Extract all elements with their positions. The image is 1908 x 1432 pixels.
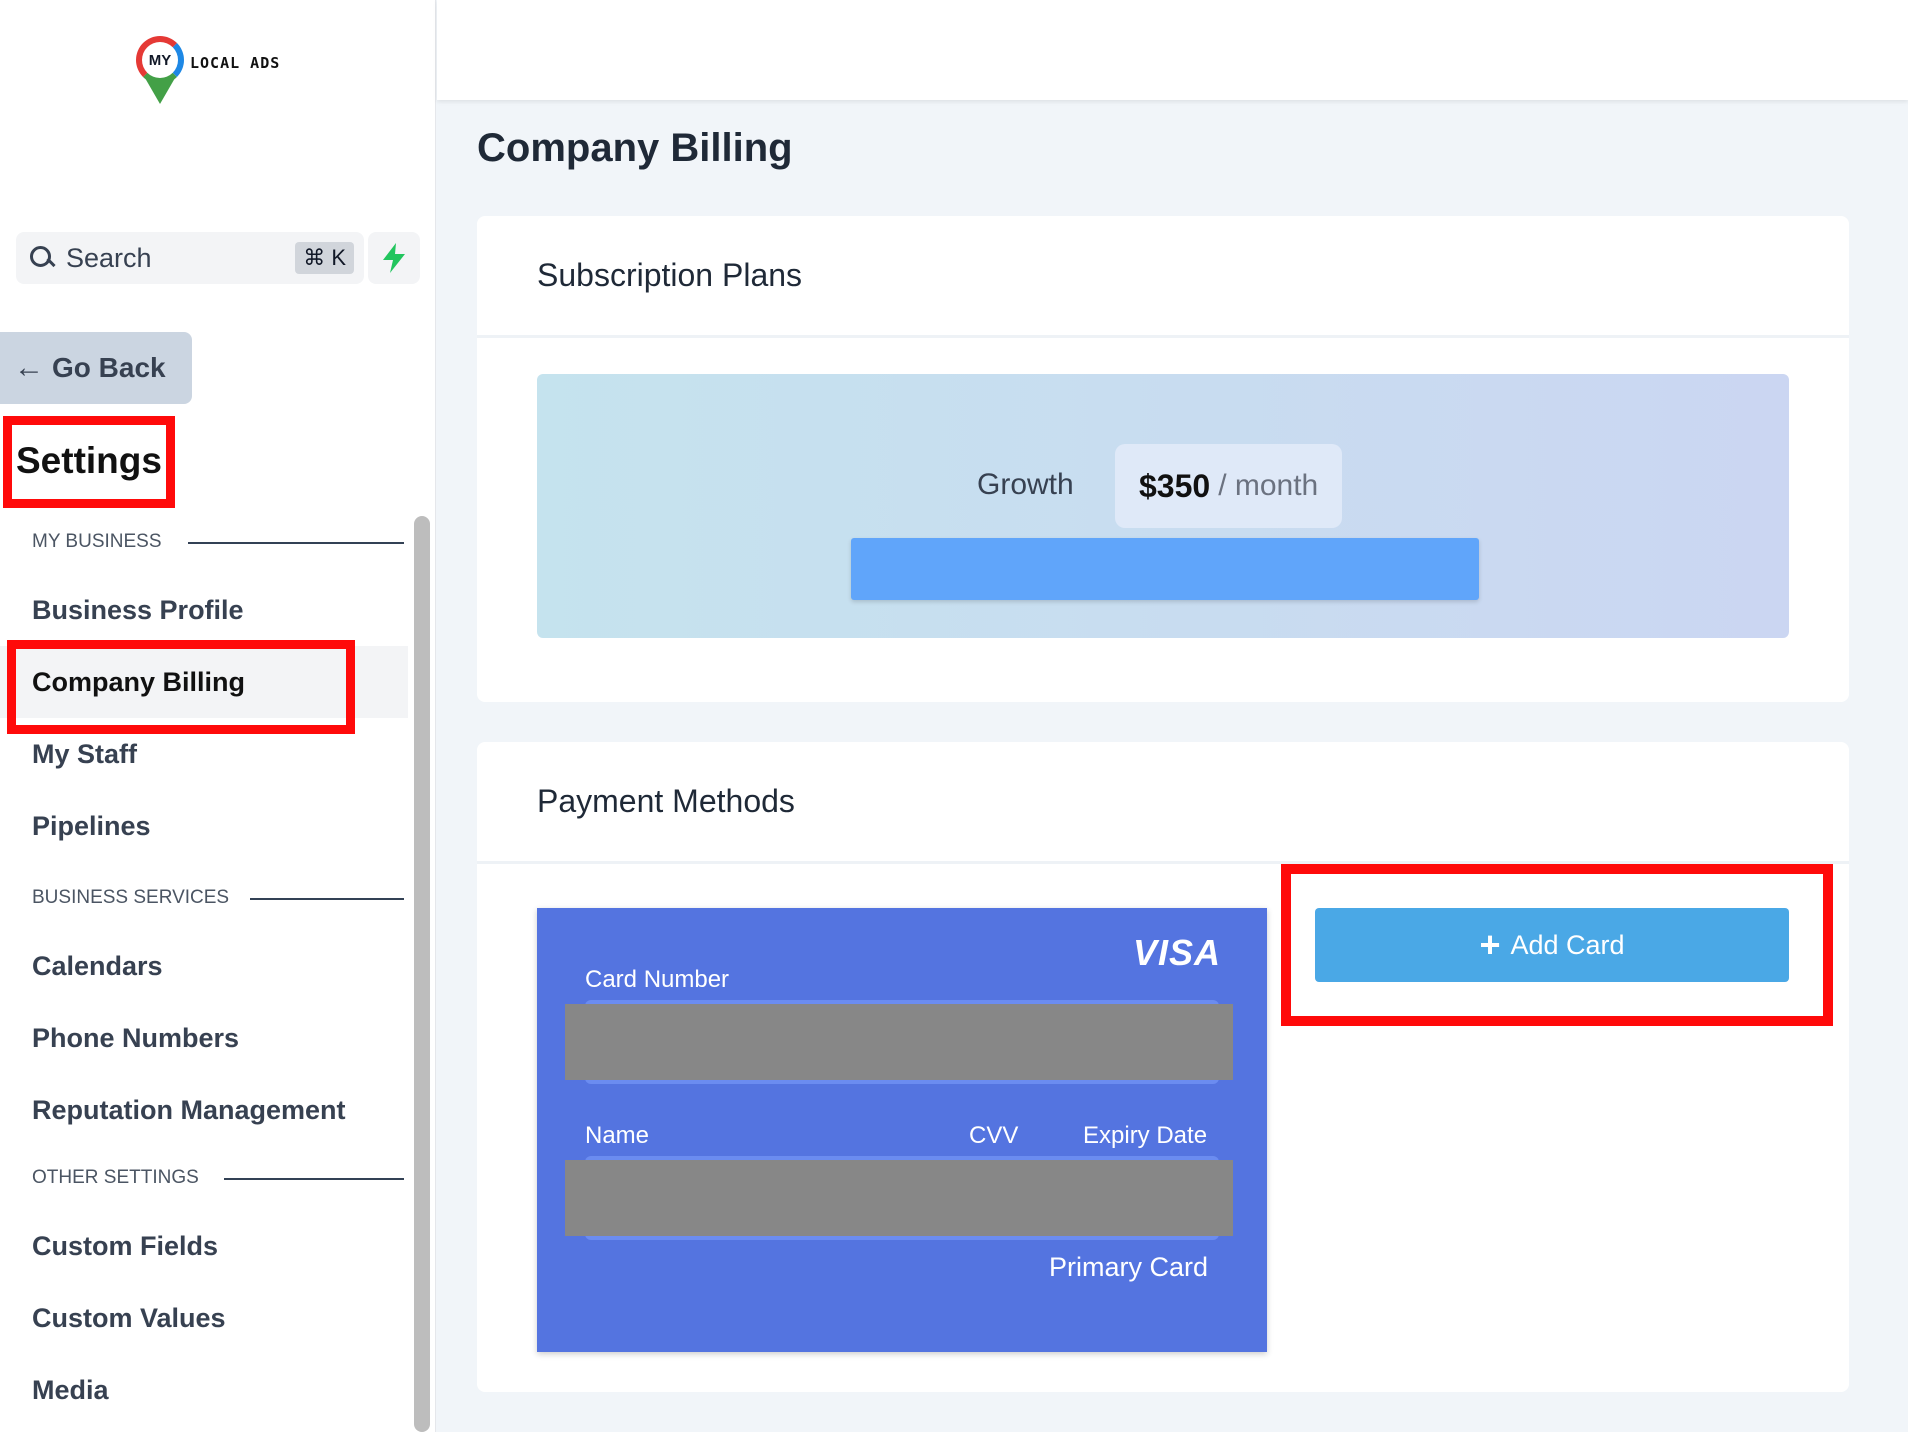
highlight-box-add-card [1281, 864, 1833, 1026]
plan-price-amount: $350 [1139, 467, 1211, 504]
sidebar-scrollbar[interactable] [414, 516, 430, 1432]
subscription-plans-header: Subscription Plans [477, 216, 1849, 338]
section-my-business: MY BUSINESS [0, 510, 408, 574]
highlight-box-settings [3, 416, 175, 508]
search-shortcut: ⌘ K [295, 242, 354, 274]
sidebar-item-pipelines[interactable]: Pipelines [0, 790, 408, 862]
brand-logo[interactable]: MY LOCAL ADS [136, 32, 280, 108]
primary-card-label: Primary Card [1049, 1252, 1209, 1282]
plan-action-button[interactable] [851, 538, 1479, 600]
logo-text: LOCAL ADS [190, 54, 281, 72]
section-divider [250, 898, 404, 900]
top-bar [437, 0, 1908, 100]
payment-methods-header: Payment Methods [477, 742, 1849, 864]
card-name-label: Name [585, 1122, 650, 1149]
go-back-label: Go Back [52, 352, 166, 383]
arrow-left-icon: ← [14, 351, 44, 384]
credit-card[interactable]: VISA Card Number Name CVV Expiry Date Pr… [537, 908, 1267, 1352]
sidebar-item-reputation-management[interactable]: Reputation Management [0, 1074, 408, 1146]
card-number-redacted [565, 1004, 1233, 1080]
sidebar-item-custom-fields[interactable]: Custom Fields [0, 1210, 408, 1282]
section-label: OTHER SETTINGS [32, 1167, 199, 1188]
section-label: MY BUSINESS [32, 531, 162, 552]
plan-price-period: / month [1218, 469, 1319, 502]
page-title: Company Billing [477, 126, 793, 170]
sidebar-item-phone-numbers[interactable]: Phone Numbers [0, 1002, 408, 1074]
highlight-box-company-billing [7, 640, 355, 734]
logo-badge-text: MY [148, 52, 172, 69]
card-cvv-label: CVV [969, 1122, 1019, 1149]
quick-actions-button[interactable] [368, 232, 420, 284]
card-details-redacted [565, 1160, 1233, 1236]
plan-name: Growth [977, 468, 1074, 501]
plan-panel: Growth $350 / month [537, 374, 1789, 638]
payment-methods-card: Payment Methods VISA Card Number Name CV… [477, 742, 1849, 1392]
section-business-services: BUSINESS SERVICES [0, 866, 408, 930]
lightning-bolt-icon [383, 243, 405, 273]
map-pin-logo-icon: MY [136, 32, 184, 108]
sidebar-item-business-profile[interactable]: Business Profile [0, 574, 408, 646]
search-icon [28, 244, 56, 272]
search-label: Search [66, 242, 152, 273]
section-divider [188, 542, 404, 544]
card-number-label: Card Number [585, 966, 730, 993]
visa-logo: VISA [1132, 932, 1221, 973]
section-other-settings: OTHER SETTINGS [0, 1146, 408, 1210]
sidebar: MY LOCAL ADS Search ⌘ K ← Go Back Settin… [0, 0, 436, 1432]
go-back-button[interactable]: ← Go Back [0, 332, 192, 404]
sidebar-item-calendars[interactable]: Calendars [0, 930, 408, 1002]
search-box[interactable]: Search ⌘ K [16, 232, 364, 284]
section-divider [224, 1178, 404, 1180]
section-label: BUSINESS SERVICES [32, 887, 230, 908]
plan-price-badge: $350 / month [1115, 444, 1343, 528]
sidebar-item-media[interactable]: Media [0, 1354, 408, 1426]
card-expiry-label: Expiry Date [1083, 1122, 1208, 1149]
subscription-plans-card: Subscription Plans Growth $350 / month [477, 216, 1849, 702]
sidebar-item-custom-values[interactable]: Custom Values [0, 1282, 408, 1354]
